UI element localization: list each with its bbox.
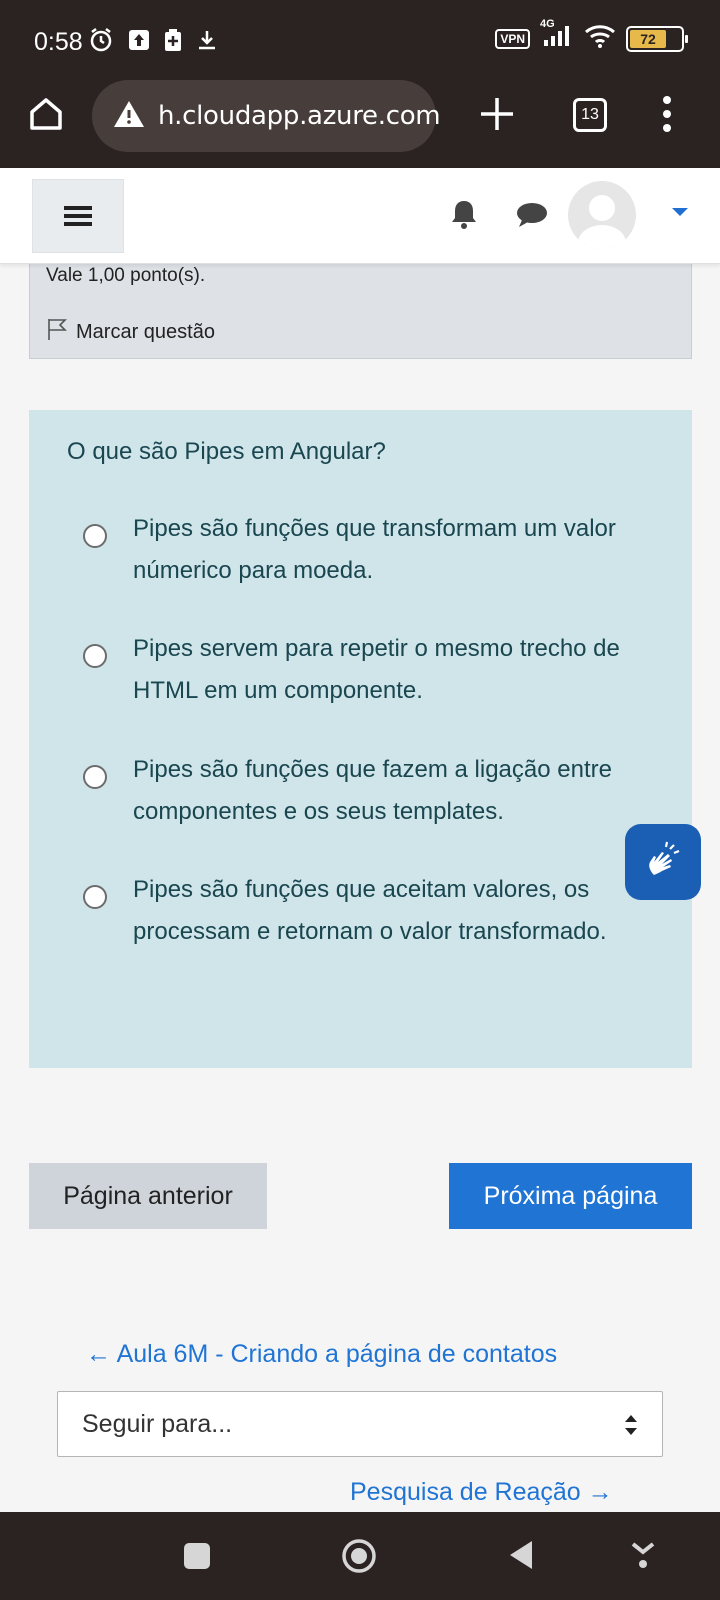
alarm-icon xyxy=(88,27,114,58)
answer-radio[interactable] xyxy=(83,644,107,668)
battery-level: 72 xyxy=(630,29,666,48)
jump-select-value[interactable]: Seguir para... xyxy=(82,1410,232,1439)
notifications-bell-icon[interactable] xyxy=(450,198,478,235)
answer-option[interactable]: Pipes são funções que transformam um val… xyxy=(83,508,633,592)
flag-question-toggle[interactable]: Marcar questão xyxy=(46,317,215,347)
warning-icon[interactable] xyxy=(112,99,146,134)
drawer-toggle-button[interactable] xyxy=(32,179,124,253)
previous-page-button[interactable]: Página anterior xyxy=(29,1163,267,1229)
url-text[interactable]: h.cloudapp.azure.com xyxy=(158,101,441,131)
network-type: 4G xyxy=(540,18,555,30)
flag-icon xyxy=(46,317,68,347)
answer-radio[interactable] xyxy=(83,524,107,548)
site-navbar xyxy=(0,168,720,264)
answer-label[interactable]: Pipes são funções que transformam um val… xyxy=(133,508,633,592)
status-time: 0:58 xyxy=(34,28,83,56)
tab-switcher-button[interactable]: 13 xyxy=(573,98,607,132)
question-panel: O que são Pipes em Angular? Pipes são fu… xyxy=(29,410,692,1068)
upload-icon xyxy=(128,29,150,56)
battery-icon: 72 xyxy=(626,25,688,52)
user-avatar[interactable] xyxy=(568,181,636,249)
next-activity-link[interactable]: Pesquisa de Reação → xyxy=(350,1478,613,1507)
battery-saver-icon xyxy=(164,28,182,57)
answer-label[interactable]: Pipes servem para repetir o mesmo trecho… xyxy=(133,628,633,712)
wifi-icon xyxy=(584,24,616,53)
answer-label[interactable]: Pipes são funções que fazem a ligação en… xyxy=(133,749,633,833)
answer-option[interactable]: Pipes servem para repetir o mesmo trecho… xyxy=(83,628,633,712)
new-tab-icon[interactable] xyxy=(477,94,517,139)
hide-keyboard-icon[interactable] xyxy=(630,1540,656,1575)
home-icon[interactable] xyxy=(26,94,66,134)
sign-language-accessibility-button[interactable] xyxy=(625,824,701,900)
answer-label[interactable]: Pipes são funções que aceitam valores, o… xyxy=(133,869,633,953)
jump-to-activity-select[interactable]: Seguir para... xyxy=(57,1391,663,1457)
hamburger-icon xyxy=(64,206,92,226)
more-options-icon[interactable] xyxy=(660,94,674,139)
recent-apps-icon[interactable] xyxy=(184,1543,210,1569)
messages-chat-icon[interactable] xyxy=(516,202,548,233)
select-arrows-icon xyxy=(624,1414,638,1443)
answer-option[interactable]: Pipes são funções que aceitam valores, o… xyxy=(83,869,633,953)
answer-option[interactable]: Pipes são funções que fazem a ligação en… xyxy=(83,749,633,833)
answer-radio[interactable] xyxy=(83,765,107,789)
address-bar[interactable]: h.cloudapp.azure.com xyxy=(92,80,441,152)
home-circle-icon[interactable] xyxy=(341,1538,377,1579)
hand-sign-icon xyxy=(649,841,680,875)
system-navigation-bar xyxy=(0,1512,720,1600)
answer-radio[interactable] xyxy=(83,885,107,909)
user-menu-caret-icon[interactable] xyxy=(672,208,688,216)
question-points: Vale 1,00 ponto(s). xyxy=(46,265,206,286)
question-text: O que são Pipes em Angular? xyxy=(67,438,386,465)
status-bar: 0:58 VPN 4G 72 xyxy=(0,0,720,80)
flag-label[interactable]: Marcar questão xyxy=(76,321,215,344)
signal-icon: 4G xyxy=(540,18,574,53)
next-page-button[interactable]: Próxima página xyxy=(449,1163,692,1229)
browser-toolbar: h.cloudapp.azure.com 13 xyxy=(0,80,720,168)
vpn-badge: VPN xyxy=(495,28,530,49)
back-triangle-icon[interactable] xyxy=(506,1538,536,1577)
previous-activity-link[interactable]: ← Aula 6M - Criando a página de contatos xyxy=(86,1340,557,1369)
download-icon xyxy=(196,29,218,56)
